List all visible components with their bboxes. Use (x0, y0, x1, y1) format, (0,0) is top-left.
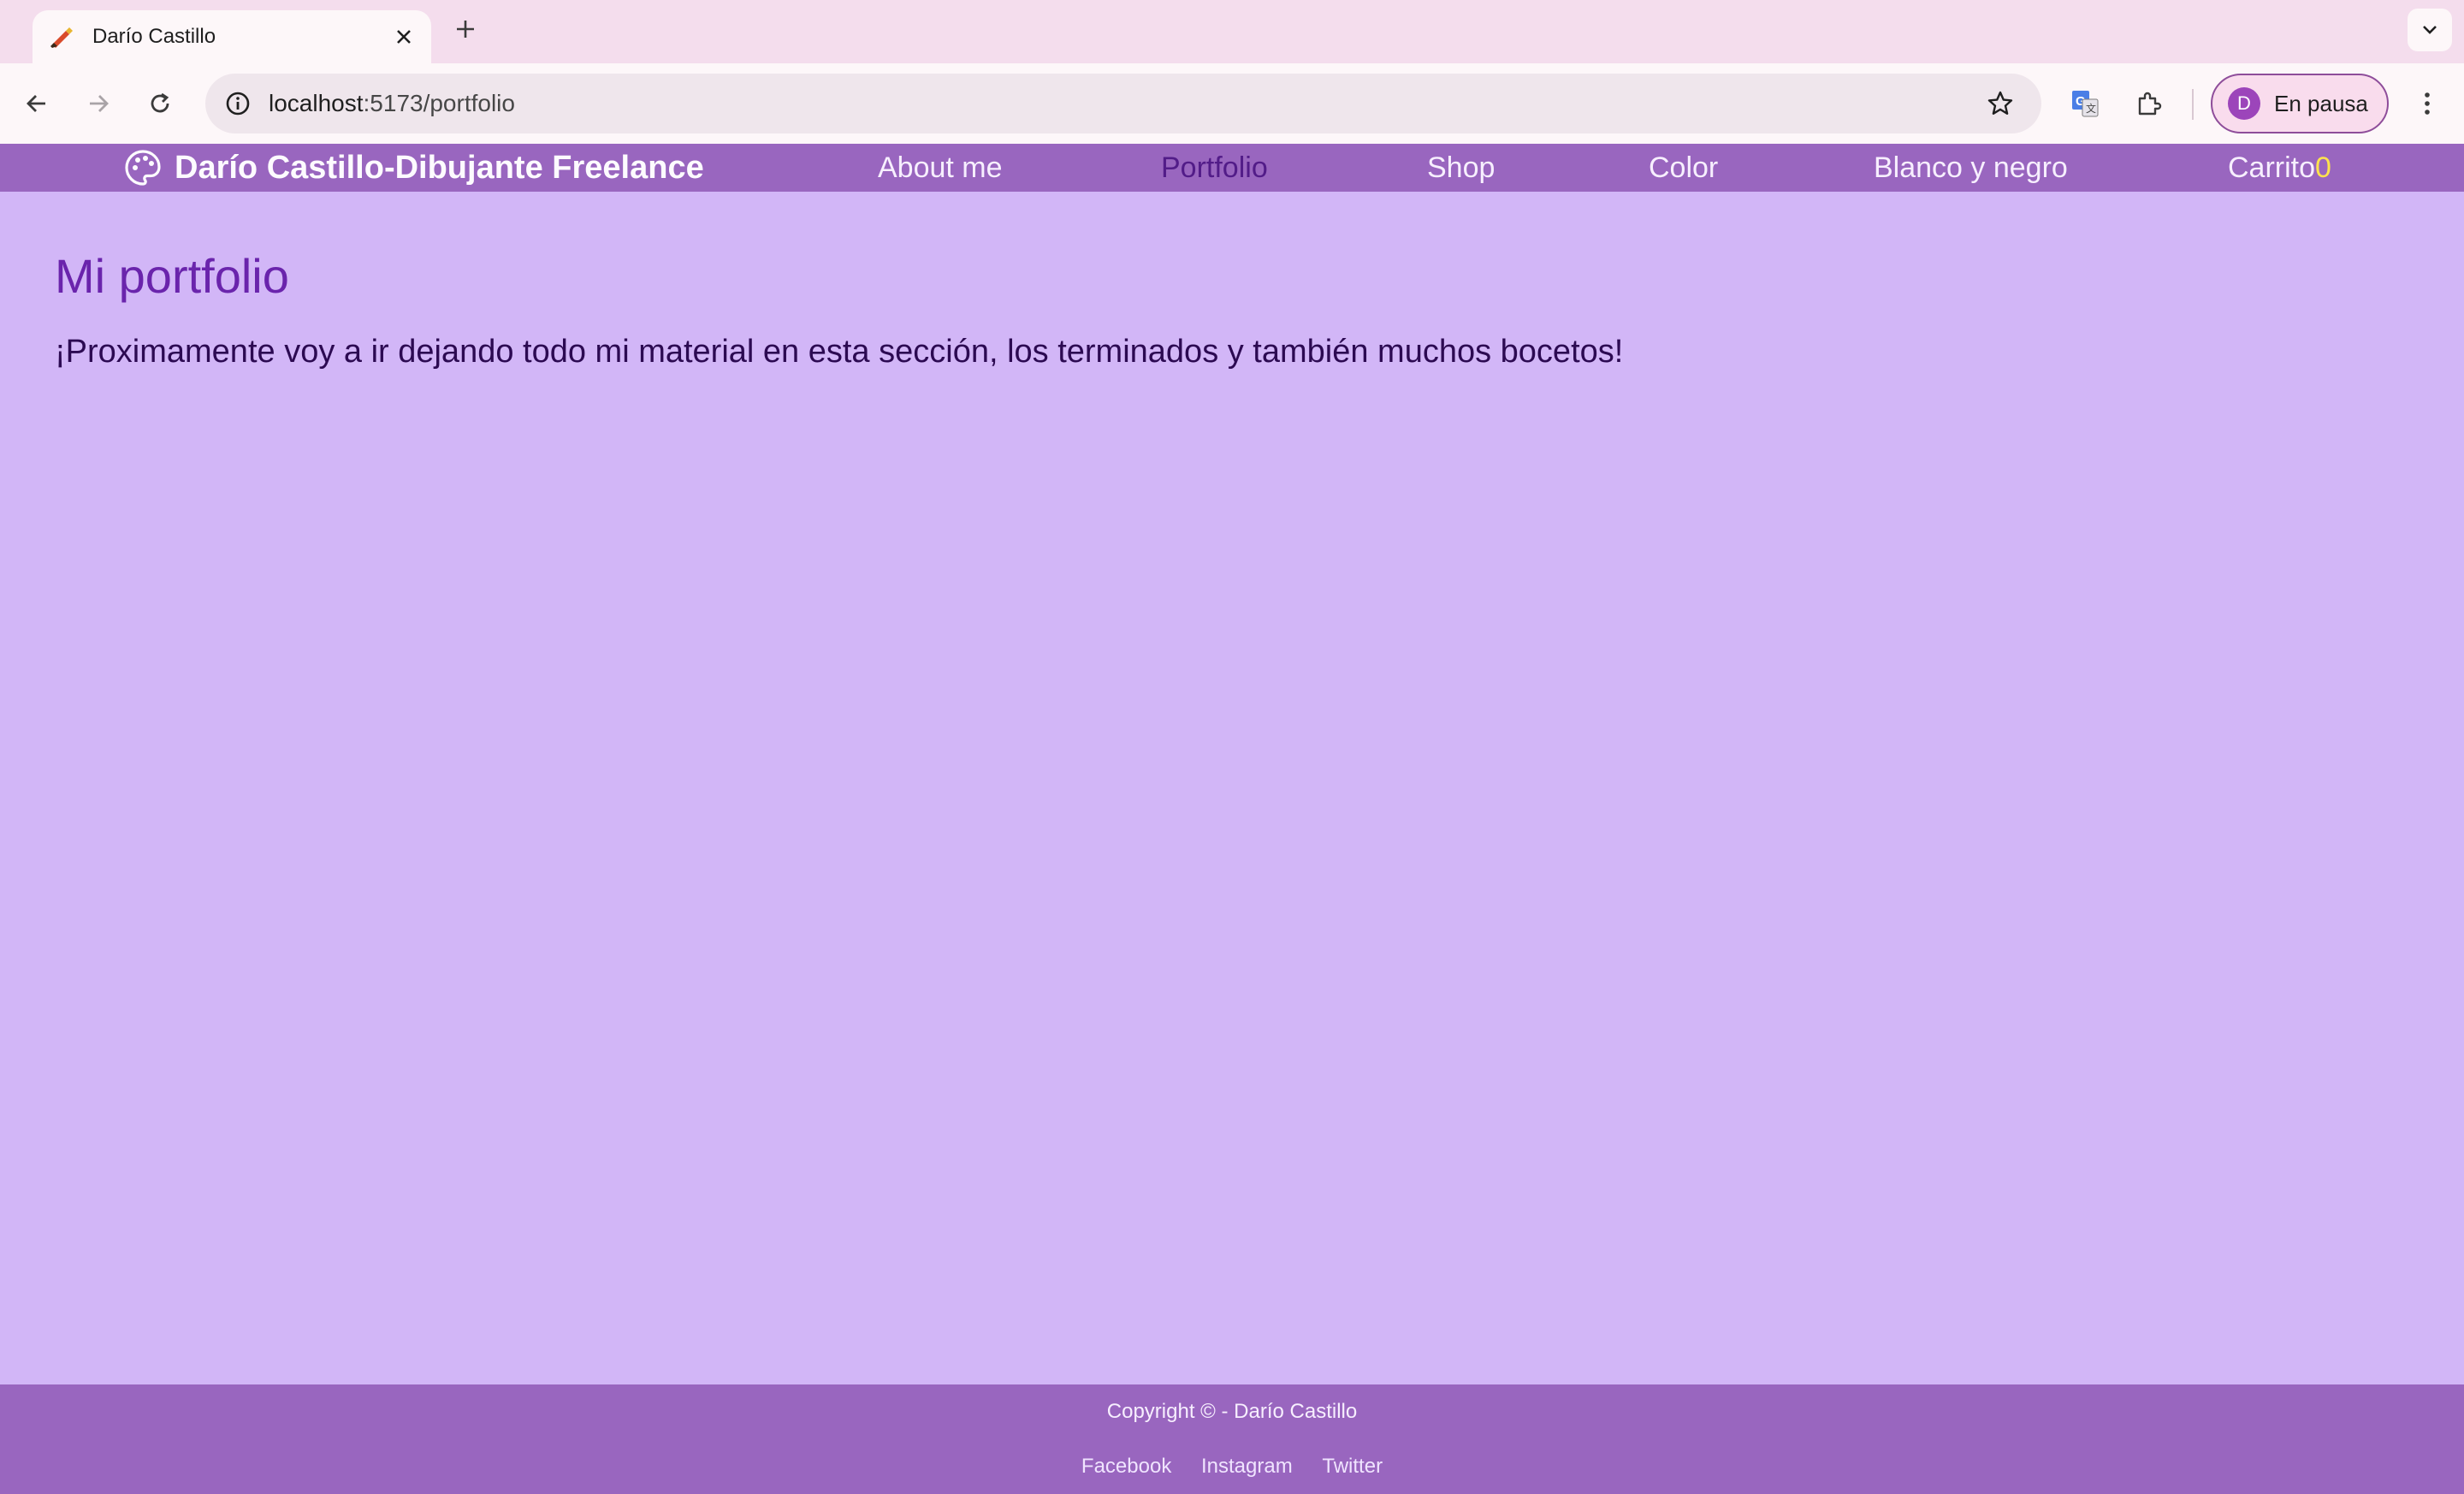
svg-text:文: 文 (2086, 102, 2096, 115)
profile-status-label: En pausa (2274, 90, 2368, 116)
cart-count-badge: 0 (2315, 151, 2331, 184)
brand-link[interactable]: Darío Castillo-Dibujante Freelance (123, 147, 704, 188)
nav-link-shop[interactable]: Shop (1427, 151, 1495, 185)
nav-link-about[interactable]: About me (878, 151, 1003, 185)
nav-link-cart[interactable]: Carrito0 (2228, 151, 2331, 185)
palette-favicon-icon (48, 23, 75, 50)
nav-link-color[interactable]: Color (1649, 151, 1718, 185)
browser-tab-strip: Darío Castillo (0, 0, 2464, 63)
plus-icon[interactable] (447, 10, 484, 48)
page-title: Mi portfolio (55, 249, 289, 303)
site-navbar: Darío Castillo-Dibujante Freelance About… (0, 144, 2464, 192)
url-host: localhost (269, 90, 364, 116)
bookmark-star-icon[interactable] (1981, 85, 2019, 122)
reload-icon[interactable] (139, 82, 181, 125)
profile-button[interactable]: D En pausa (2211, 74, 2389, 133)
copyright-text: Copyright © - Darío Castillo (1106, 1400, 1358, 1423)
footer-social-links: Facebook Instagram Twitter (0, 1455, 2464, 1479)
toolbar-divider (2192, 89, 2194, 120)
translate-icon[interactable]: G文 (2064, 82, 2106, 125)
footer-link-instagram[interactable]: Instagram (1201, 1455, 1293, 1478)
close-icon[interactable] (387, 20, 421, 54)
forward-arrow-icon[interactable] (77, 82, 120, 125)
nav-link-portfolio[interactable]: Portfolio (1161, 151, 1268, 185)
nav-link-blanco-y-negro[interactable]: Blanco y negro (1874, 151, 2068, 185)
avatar: D (2228, 87, 2260, 120)
chevron-down-icon[interactable] (2408, 9, 2452, 51)
address-bar[interactable]: localhost:5173/portfolio (205, 74, 2041, 133)
browser-toolbar: localhost:5173/portfolio G文 D En pausa (0, 63, 2464, 144)
browser-tab[interactable]: Darío Castillo (33, 10, 431, 63)
back-arrow-icon[interactable] (15, 82, 58, 125)
palette-icon (123, 148, 163, 187)
footer-link-facebook[interactable]: Facebook (1081, 1455, 1171, 1478)
footer-link-twitter[interactable]: Twitter (1322, 1455, 1383, 1478)
page-lead-text: ¡Proximamente voy a ir dejando todo mi m… (55, 334, 1624, 370)
site-footer: Copyright © - Darío Castillo Facebook In… (0, 1384, 2464, 1494)
cart-label: Carrito (2228, 151, 2316, 184)
kebab-menu-icon[interactable] (2406, 82, 2449, 125)
brand-name: Darío Castillo-Dibujante Freelance (175, 149, 704, 186)
site-info-icon[interactable] (219, 85, 257, 122)
url-path: :5173/portfolio (363, 90, 515, 116)
extensions-icon[interactable] (2127, 82, 2170, 125)
address-url: localhost:5173/portfolio (269, 90, 515, 117)
tab-title: Darío Castillo (92, 25, 216, 48)
